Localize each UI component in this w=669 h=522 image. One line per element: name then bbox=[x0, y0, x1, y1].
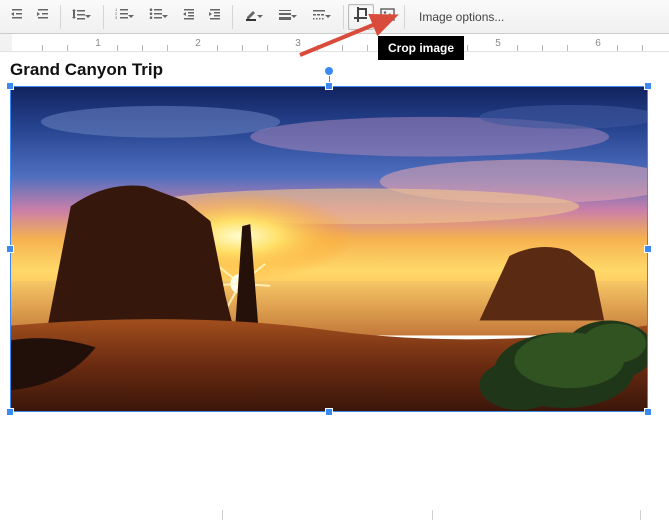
outdent-button[interactable] bbox=[176, 4, 202, 30]
border-weight-button[interactable] bbox=[271, 4, 305, 30]
image-options-label: Image options... bbox=[419, 10, 504, 24]
indent-decrease-button[interactable] bbox=[4, 4, 30, 30]
crop-image-tooltip: Crop image bbox=[378, 36, 464, 60]
toolbar-separator bbox=[404, 5, 405, 29]
outdent-icon bbox=[182, 7, 196, 26]
horizontal-ruler[interactable]: 1 2 3 4 5 6 bbox=[0, 34, 669, 52]
crop-icon bbox=[354, 7, 369, 27]
toolbar: 123 bbox=[0, 0, 669, 34]
resize-handle-nw[interactable] bbox=[6, 82, 14, 90]
resize-handle-ne[interactable] bbox=[644, 82, 652, 90]
chevron-down-icon bbox=[290, 8, 298, 26]
line-spacing-button[interactable] bbox=[65, 4, 99, 30]
resize-handle-sw[interactable] bbox=[6, 408, 14, 416]
selected-image[interactable] bbox=[10, 86, 648, 412]
reset-image-icon bbox=[380, 7, 395, 27]
landscape-photo bbox=[11, 87, 647, 411]
chevron-down-icon bbox=[84, 8, 92, 26]
image-options-button[interactable]: Image options... bbox=[409, 4, 514, 30]
border-dash-button[interactable] bbox=[305, 4, 339, 30]
page-title: Grand Canyon Trip bbox=[10, 60, 659, 80]
document-area: Grand Canyon Trip bbox=[0, 52, 669, 412]
indent-increase-icon bbox=[36, 7, 50, 26]
ruler-tick-5: 5 bbox=[492, 34, 504, 52]
rotation-handle[interactable] bbox=[324, 66, 334, 76]
ruler-tick-6: 6 bbox=[592, 34, 604, 52]
indent-decrease-icon bbox=[10, 7, 24, 26]
toolbar-separator bbox=[232, 5, 233, 29]
toolbar-separator bbox=[60, 5, 61, 29]
bulleted-list-button[interactable] bbox=[142, 4, 176, 30]
ruler-tick-1: 1 bbox=[92, 34, 104, 52]
indent-icon bbox=[208, 7, 222, 26]
resize-handle-s[interactable] bbox=[325, 408, 333, 416]
resize-handle-se[interactable] bbox=[644, 408, 652, 416]
ruler-tick-2: 2 bbox=[192, 34, 204, 52]
border-color-button[interactable] bbox=[237, 4, 271, 30]
toolbar-separator bbox=[343, 5, 344, 29]
svg-text:3: 3 bbox=[115, 15, 118, 20]
crop-image-button[interactable] bbox=[348, 4, 374, 30]
indent-button[interactable] bbox=[202, 4, 228, 30]
numbered-list-button[interactable]: 123 bbox=[108, 4, 142, 30]
toolbar-separator bbox=[103, 5, 104, 29]
reset-image-button[interactable] bbox=[374, 4, 400, 30]
bottom-ruler-marks bbox=[0, 508, 669, 522]
resize-handle-e[interactable] bbox=[644, 245, 652, 253]
ruler-tick-3: 3 bbox=[292, 34, 304, 52]
chevron-down-icon bbox=[324, 8, 332, 26]
resize-handle-w[interactable] bbox=[6, 245, 14, 253]
chevron-down-icon bbox=[161, 8, 169, 26]
ruler-margin-shade bbox=[0, 34, 12, 51]
resize-handle-n[interactable] bbox=[325, 82, 333, 90]
indent-increase-button[interactable] bbox=[30, 4, 56, 30]
chevron-down-icon bbox=[256, 8, 264, 26]
chevron-down-icon bbox=[127, 8, 135, 26]
